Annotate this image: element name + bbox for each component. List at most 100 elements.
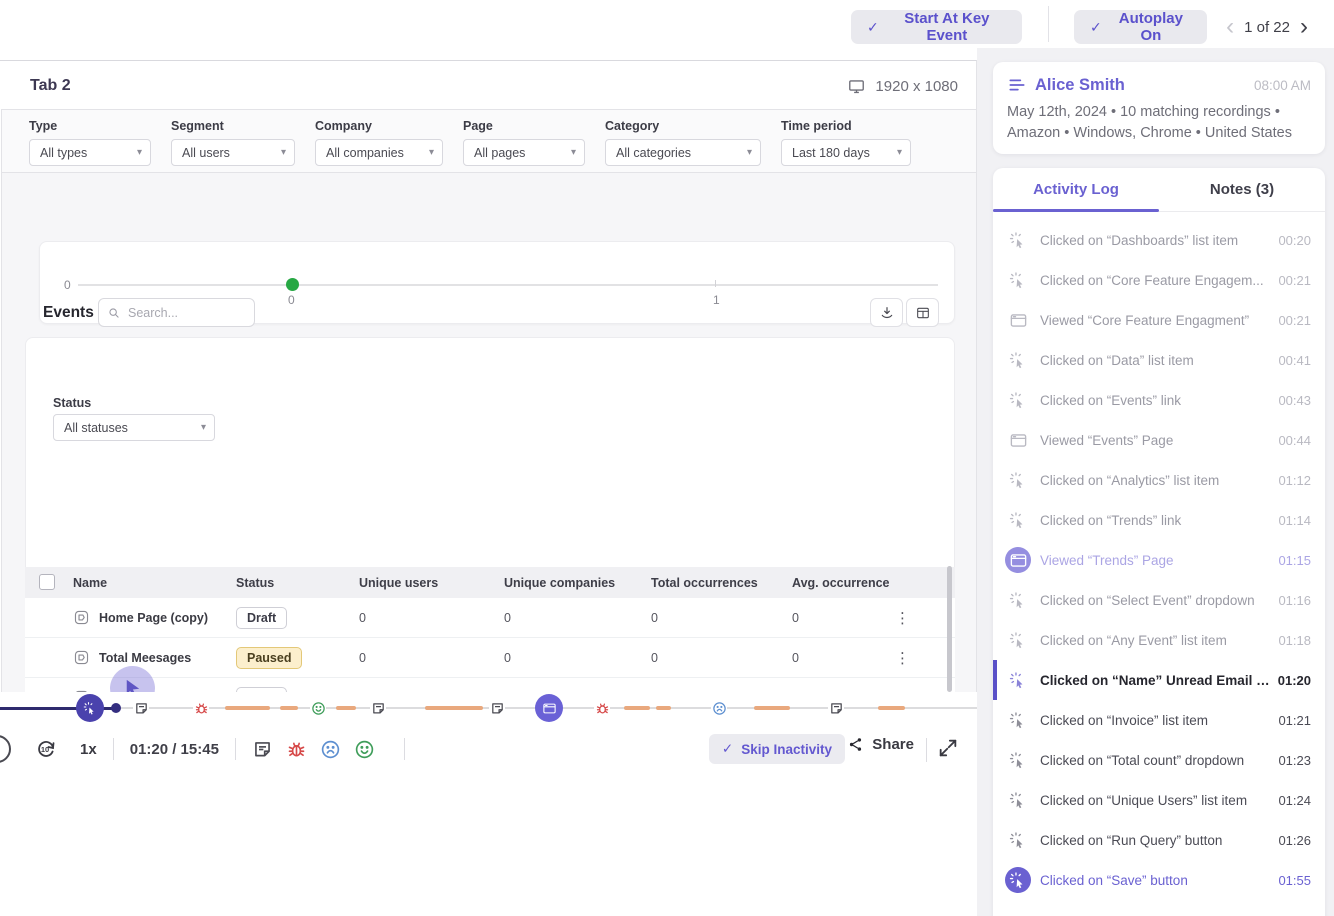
search-input[interactable]: [128, 305, 246, 320]
controls-divider: [234, 738, 236, 760]
activity-time: 00:44: [1278, 432, 1311, 448]
filter-dropdown[interactable]: All users ▾: [171, 139, 295, 166]
download-button[interactable]: [870, 298, 903, 327]
download-icon: [881, 306, 892, 318]
table-scrollbar[interactable]: [947, 566, 952, 692]
start-at-key-event-button[interactable]: ✓ Start At Key Event: [851, 10, 1022, 44]
timeline-frown-marker[interactable]: [711, 700, 727, 716]
activity-log-item[interactable]: Clicked on “Data” list item 00:41: [993, 340, 1325, 380]
column-header[interactable]: Status: [236, 567, 274, 598]
events-title: Events: [43, 304, 94, 321]
select-all-checkbox[interactable]: [39, 574, 55, 590]
activity-log-item[interactable]: Clicked on “Invoice” list item 01:21: [993, 700, 1325, 740]
activity-text: Clicked on “Data” list item: [1040, 352, 1194, 368]
user-name[interactable]: Alice Smith: [1035, 76, 1125, 95]
activity-log-item[interactable]: Clicked on “Name” Unread Email C... 01:2…: [993, 660, 1325, 700]
timeline[interactable]: [0, 692, 977, 724]
click-icon: [1005, 267, 1031, 293]
autoplay-button[interactable]: ✓ Autoplay On: [1074, 10, 1207, 44]
column-header[interactable]: Total occurrences: [651, 567, 758, 598]
filter-dropdown[interactable]: All categories ▾: [605, 139, 761, 166]
table-row[interactable]: Home Page (copy) Draft 0 0 0 0 ⋮: [25, 598, 955, 638]
kebab-menu-icon[interactable]: ⋮: [895, 638, 910, 677]
timeline-note-marker[interactable]: [370, 700, 386, 716]
activity-log-item[interactable]: Clicked on “Save” button 01:55: [993, 860, 1325, 900]
timeline-playhead-click-marker[interactable]: [76, 694, 104, 722]
kebab-menu-icon[interactable]: ⋮: [895, 598, 910, 637]
activity-time: 01:21: [1278, 712, 1311, 728]
filter-label: Time period: [781, 119, 852, 133]
activity-text: Clicked on “Invoice” list item: [1040, 712, 1209, 728]
unique-companies-cell: 0: [504, 650, 511, 665]
filter-value: All users: [182, 145, 230, 160]
filter-dropdown[interactable]: All types ▾: [29, 139, 151, 166]
chart-data-point[interactable]: [286, 278, 299, 291]
activity-log-item[interactable]: Viewed “Events” Page 00:44: [993, 420, 1325, 460]
negative-reaction-button[interactable]: [320, 739, 341, 760]
activity-text: Clicked on “Run Query” button: [1040, 832, 1223, 848]
filter-label: Type: [29, 119, 58, 133]
positive-reaction-button[interactable]: [354, 739, 375, 760]
column-header[interactable]: Avg. occurrence: [792, 567, 890, 598]
activity-log-item[interactable]: Clicked on “Events” link 00:43: [993, 380, 1325, 420]
column-header[interactable]: Unique companies: [504, 567, 615, 598]
activity-time: 01:12: [1278, 472, 1311, 488]
timeline-note-marker[interactable]: [489, 700, 505, 716]
activity-log-item[interactable]: Clicked on “Select Event” dropdown 01:16: [993, 580, 1325, 620]
activity-log-item[interactable]: Viewed “Core Feature Engagment” 00:21: [993, 300, 1325, 340]
activity-log-item[interactable]: Clicked on “Core Feature Engagem... 00:2…: [993, 260, 1325, 300]
tab-notes[interactable]: Notes (3): [1159, 168, 1325, 211]
activity-log-item[interactable]: Clicked on “Total count” dropdown 01:23: [993, 740, 1325, 780]
pageview-icon: [1005, 427, 1031, 453]
filter-dropdown[interactable]: Last 180 days ▾: [781, 139, 911, 166]
activity-log-item[interactable]: Clicked on “Analytics” list item 01:12: [993, 460, 1325, 500]
table-row[interactable]: Total Meesages Paused 0 0 0 0 ⋮: [25, 638, 955, 678]
playback-speed-button[interactable]: 1x: [80, 741, 97, 758]
forward-10s-button[interactable]: 10: [34, 737, 58, 761]
activity-log-item[interactable]: Clicked on “Any Event” list item 01:18: [993, 620, 1325, 660]
skip-inactivity-label: Skip Inactivity: [741, 741, 832, 757]
replay-viewport: Tab 2 1920 x 1080 Type All types ▾ Segme…: [0, 60, 977, 697]
column-header[interactable]: Unique users: [359, 567, 438, 598]
timeline-event-dot[interactable]: [111, 703, 121, 713]
activity-log-item[interactable]: Clicked on “Run Query” button 01:26: [993, 820, 1325, 860]
timeline-pageview-marker[interactable]: [535, 694, 563, 722]
events-search[interactable]: [98, 298, 255, 327]
pager-label: 1 of 22: [1244, 18, 1290, 36]
columns-button[interactable]: [906, 298, 939, 327]
tab-activity-log[interactable]: Activity Log: [993, 168, 1159, 211]
activity-log-item[interactable]: Viewed “Trends” Page 01:15: [993, 540, 1325, 580]
activity-text: Clicked on “Analytics” list item: [1040, 472, 1220, 488]
column-header[interactable]: Name: [73, 567, 107, 598]
session-user-card[interactable]: Alice Smith 08:00 AM May 12th, 2024 • 10…: [993, 62, 1325, 154]
activity-time: 01:16: [1278, 592, 1311, 608]
activity-log-item[interactable]: Clicked on “Unique Users” list item 01:2…: [993, 780, 1325, 820]
skip-inactivity-toggle[interactable]: ✓ Skip Inactivity: [708, 734, 845, 764]
timeline-note-marker[interactable]: [133, 700, 149, 716]
report-bug-button[interactable]: [286, 739, 307, 760]
add-note-button[interactable]: [252, 739, 273, 760]
event-name-cell: Total Meesages: [73, 638, 191, 677]
activity-log-item[interactable]: Clicked on “Dashboards” list item 00:20: [993, 220, 1325, 260]
play-pause-button[interactable]: [0, 735, 11, 763]
event-name: Total Meesages: [99, 650, 192, 665]
filter-dropdown[interactable]: All pages ▾: [463, 139, 585, 166]
fullscreen-button[interactable]: [937, 737, 959, 759]
timeline-bug-marker[interactable]: [193, 700, 209, 716]
autoplay-label: Autoplay On: [1118, 10, 1183, 44]
filter-dropdown[interactable]: All companies ▾: [315, 139, 443, 166]
activity-text: Viewed “Core Feature Engagment”: [1040, 312, 1250, 328]
click-icon: [1005, 587, 1031, 613]
check-icon: ✓: [1090, 18, 1102, 35]
timeline-smile-marker[interactable]: [310, 700, 326, 716]
activity-time: 01:20: [1277, 672, 1311, 688]
timeline-note-marker[interactable]: [828, 700, 844, 716]
activity-log-item[interactable]: Clicked on “Trends” link 01:14: [993, 500, 1325, 540]
timeline-bug-marker[interactable]: [594, 700, 610, 716]
next-recording-button[interactable]: ›: [1300, 12, 1308, 42]
expand-icon: [939, 739, 957, 757]
prev-recording-button[interactable]: ‹: [1226, 12, 1234, 42]
status-cell: Paused: [236, 638, 303, 677]
share-button[interactable]: Share: [847, 736, 914, 753]
activity-text: Clicked on “Any Event” list item: [1040, 632, 1227, 648]
